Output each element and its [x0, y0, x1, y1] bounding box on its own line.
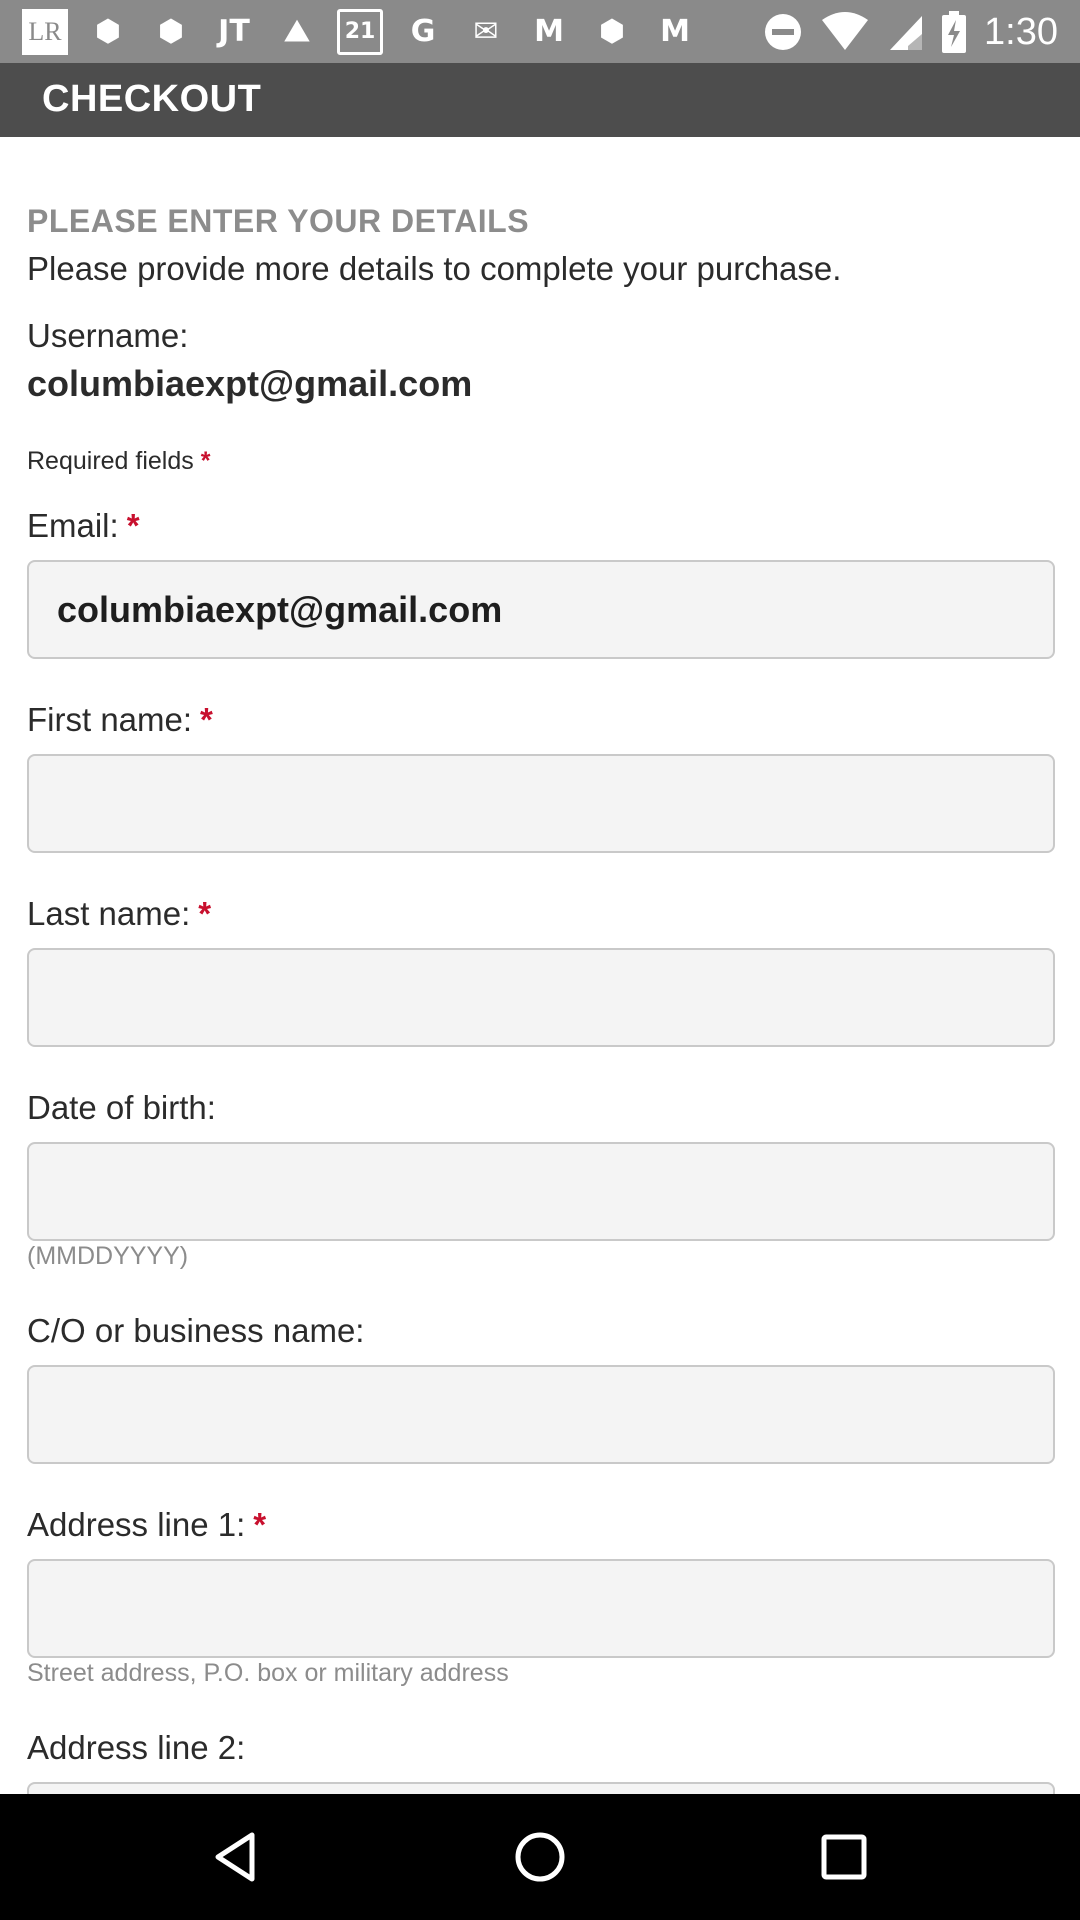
notification-icons: LR ⬢ ⬢ JT ⛰ 21 G ✉ M ⬢ M — [22, 8, 698, 56]
clock: 1:30 — [984, 10, 1058, 53]
back-button[interactable] — [201, 1822, 271, 1892]
do-not-disturb-icon — [765, 14, 802, 50]
m-app-icon: M — [534, 14, 564, 49]
section-heading: PLEASE ENTER YOUR DETAILS — [27, 203, 530, 239]
forever21-app-icon: 21 — [337, 9, 383, 55]
address-line-1-field[interactable] — [27, 1559, 1055, 1658]
last-name-label-text: Last name: — [27, 895, 191, 932]
date-of-birth-label: Date of birth: — [27, 1089, 216, 1127]
last-name-label: Last name: * — [27, 895, 211, 933]
back-icon — [215, 1832, 255, 1882]
lr-app-icon: LR — [22, 9, 68, 55]
first-name-field[interactable] — [27, 754, 1055, 853]
system-navigation-bar — [0, 1794, 1080, 1920]
business-name-label: C/O or business name: — [27, 1312, 364, 1350]
intro-text: Please provide more details to complete … — [27, 250, 842, 287]
business-name-field[interactable] — [27, 1365, 1055, 1464]
address-line-2-label-text: Address line 2: — [27, 1729, 246, 1766]
page-title: CHECKOUT — [42, 78, 262, 120]
address-line-2-field[interactable] — [27, 1782, 1055, 1794]
address-hint: Street address, P.O. box or military add… — [27, 1659, 509, 1687]
cellular-signal-icon — [890, 16, 923, 50]
recents-icon — [821, 1834, 867, 1880]
email-label-text: Email: — [27, 507, 119, 544]
required-star: * — [200, 447, 211, 475]
date-format-hint: (MMDDYYYY) — [27, 1242, 189, 1270]
required-star: * — [200, 701, 213, 738]
m-app-icon: M — [660, 14, 690, 49]
date-of-birth-label-text: Date of birth: — [27, 1089, 216, 1126]
email-field[interactable] — [27, 560, 1055, 659]
username-label: Username: — [27, 317, 189, 354]
app-bar: CHECKOUT — [0, 63, 1080, 137]
address-line-1-label: Address line 1: * — [27, 1506, 266, 1544]
required-fields-label: Required fields — [27, 447, 194, 475]
email-label: Email: * — [27, 507, 140, 545]
business-name-label-text: C/O or business name: — [27, 1312, 365, 1349]
shopping-bag-icon: ⬢ — [157, 14, 185, 49]
shopping-bag-icon: ⬢ — [598, 14, 626, 49]
first-name-label: First name: * — [27, 701, 213, 739]
username-value: columbiaexpt@gmail.com — [27, 363, 473, 404]
last-name-field[interactable] — [27, 948, 1055, 1047]
jt-app-icon: JT — [218, 14, 250, 49]
gmail-icon: ✉ — [473, 14, 499, 49]
wifi-icon — [822, 12, 869, 50]
outdoor-app-icon: ⛰ — [284, 14, 310, 49]
home-icon — [515, 1832, 565, 1882]
home-button[interactable] — [505, 1822, 575, 1892]
required-star: * — [126, 507, 140, 544]
date-of-birth-field[interactable] — [27, 1142, 1055, 1241]
required-fields-note: Required fields * — [27, 447, 210, 476]
status-bar: LR ⬢ ⬢ JT ⛰ 21 G ✉ M ⬢ M 1:30 — [0, 0, 1080, 63]
checkout-form: PLEASE ENTER YOUR DETAILS Please provide… — [0, 137, 1080, 1794]
required-star: * — [198, 895, 212, 932]
address-line-2-label: Address line 2: — [27, 1729, 245, 1767]
address-line-1-label-text: Address line 1: — [27, 1506, 246, 1543]
shopping-bag-icon: ⬢ — [94, 14, 122, 49]
google-icon: G — [410, 14, 436, 49]
system-icons: 1:30 — [764, 8, 1058, 56]
required-star: * — [253, 1506, 267, 1543]
first-name-label-text: First name: — [27, 701, 193, 738]
recents-button[interactable] — [809, 1822, 879, 1892]
battery-icon — [942, 11, 967, 53]
